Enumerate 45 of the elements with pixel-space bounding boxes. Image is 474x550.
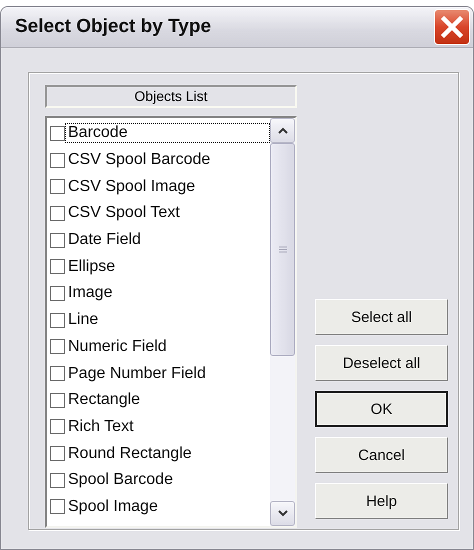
checkbox[interactable] — [50, 259, 65, 274]
list-item[interactable]: Page Number Field — [47, 360, 270, 387]
dialog-button[interactable]: Select all — [315, 299, 448, 335]
list-item[interactable]: CSV Spool Barcode — [47, 146, 270, 174]
checkbox[interactable] — [50, 152, 65, 168]
list-item[interactable]: Round Rectangle — [47, 440, 270, 467]
list-item[interactable]: Numeric Field — [47, 334, 270, 360]
scroll-down-button[interactable] — [270, 501, 295, 526]
checkbox[interactable] — [50, 339, 65, 354]
caret-up-icon — [278, 127, 288, 134]
window-title: Select Object by Type — [15, 16, 212, 38]
caret-down-icon — [278, 510, 288, 517]
close-button[interactable] — [434, 9, 470, 45]
scroll-thumb[interactable] — [270, 143, 295, 356]
list-item[interactable]: Image — [47, 280, 270, 307]
checkbox[interactable] — [50, 232, 65, 248]
checkbox[interactable] — [50, 312, 65, 328]
checkbox[interactable] — [50, 499, 65, 514]
dialog-button[interactable]: OK — [315, 391, 448, 427]
checkbox[interactable] — [50, 472, 65, 488]
scrollbar[interactable] — [270, 118, 295, 526]
checkbox[interactable] — [50, 126, 65, 141]
list-item[interactable]: Spool Barcode — [47, 466, 270, 494]
checkbox[interactable] — [50, 392, 65, 408]
checkbox[interactable] — [50, 366, 65, 382]
list-item[interactable]: Rich Text — [47, 414, 270, 440]
dialog-button[interactable]: Cancel — [315, 437, 448, 473]
scroll-up-button[interactable] — [270, 118, 295, 143]
close-icon — [440, 15, 464, 39]
list-item[interactable]: Line — [47, 306, 270, 334]
dialog-button[interactable]: Deselect all — [315, 345, 448, 381]
list-item[interactable]: Ellipse — [47, 253, 270, 280]
list-item[interactable]: CSV Spool Text — [47, 200, 270, 227]
list-item[interactable]: CSV Spool Image — [47, 173, 270, 200]
list-item[interactable]: Rectangle — [47, 386, 270, 414]
dialog-button[interactable]: Help — [315, 483, 448, 519]
checkbox[interactable] — [50, 206, 65, 221]
grip-icon — [278, 246, 286, 253]
checkbox[interactable] — [50, 419, 65, 434]
checkbox[interactable] — [50, 446, 65, 462]
list-item[interactable]: Spool Image — [47, 494, 270, 520]
checkbox[interactable] — [50, 179, 65, 194]
checkbox[interactable] — [50, 286, 65, 301]
list-item[interactable]: Date Field — [47, 226, 270, 254]
list-header: Objects List — [45, 85, 297, 108]
